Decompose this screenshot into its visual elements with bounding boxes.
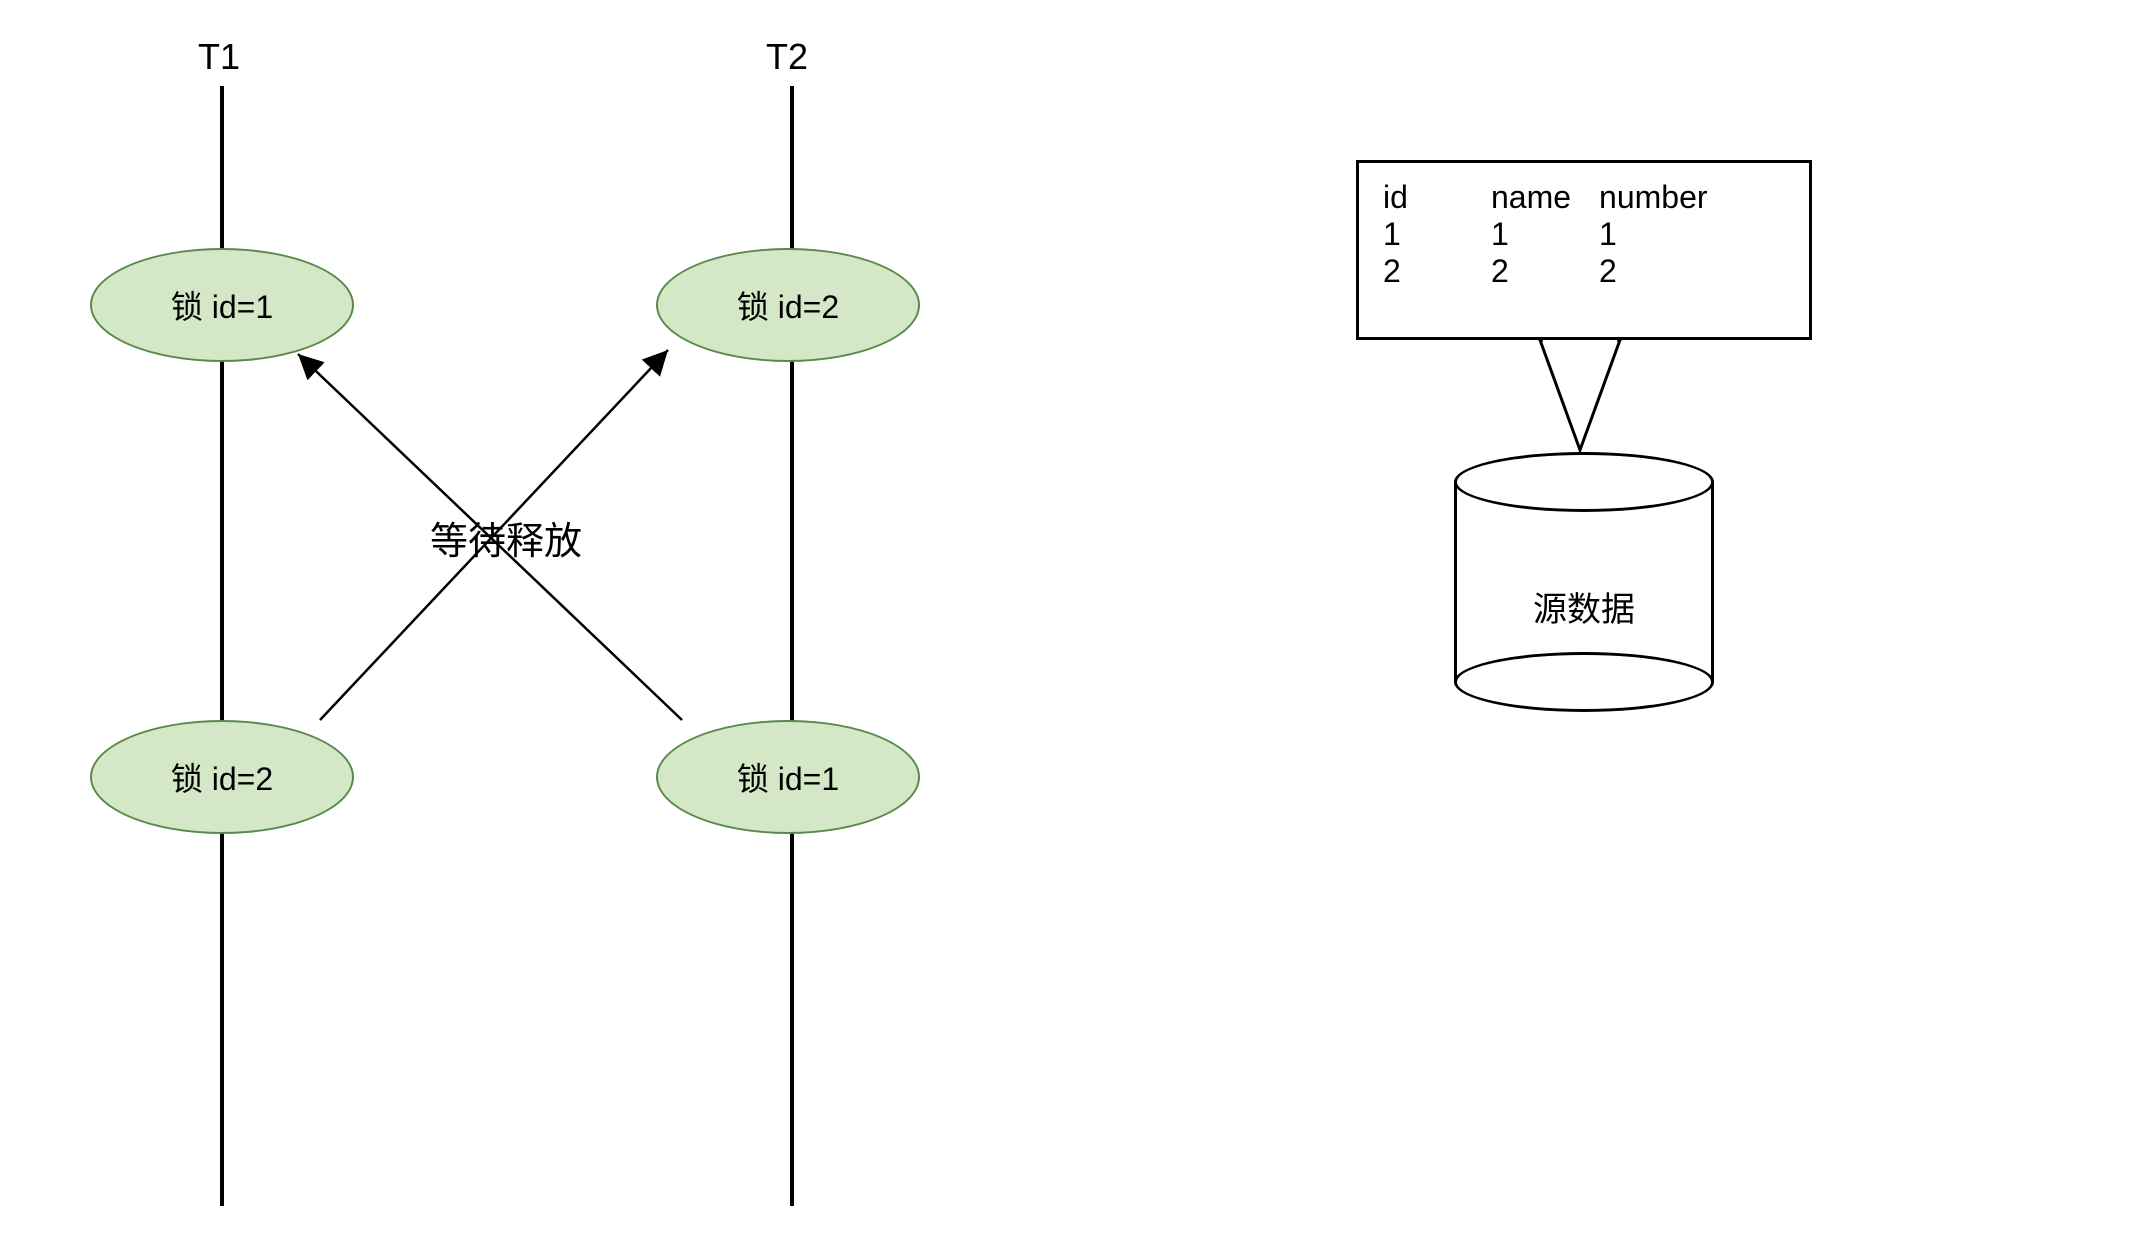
thread-t2-label: T2 xyxy=(766,36,808,78)
lock-label: 锁 id=2 xyxy=(737,282,839,328)
table-cell: 2 xyxy=(1383,253,1463,290)
lock-ellipse-t2-top: 锁 id=2 xyxy=(656,248,920,362)
table-row: 1 1 1 xyxy=(1383,216,1785,253)
table-cell: 2 xyxy=(1491,253,1571,290)
arrow-layer xyxy=(0,0,2152,1252)
table-cell: 1 xyxy=(1491,216,1571,253)
lock-label: 锁 id=1 xyxy=(171,282,273,328)
lock-ellipse-t1-top: 锁 id=1 xyxy=(90,248,354,362)
table-header: number xyxy=(1599,179,1708,216)
lock-ellipse-t1-bottom: 锁 id=2 xyxy=(90,720,354,834)
speech-pointer xyxy=(1540,340,1620,450)
table-header: name xyxy=(1491,179,1571,216)
table-header: id xyxy=(1383,179,1463,216)
thread-t1-label: T1 xyxy=(198,36,240,78)
table-cell: 1 xyxy=(1599,216,1679,253)
table-cell: 1 xyxy=(1383,216,1463,253)
waiting-release-label: 等待释放 xyxy=(430,510,582,565)
lock-ellipse-t2-bottom: 锁 id=1 xyxy=(656,720,920,834)
diagram-canvas: T1 T2 锁 id=1 锁 id=2 锁 id=2 锁 id=1 等待释放 xyxy=(0,0,2152,1252)
data-table-box: id name number 1 1 1 2 2 2 xyxy=(1356,160,1812,340)
lock-label: 锁 id=2 xyxy=(171,754,273,800)
table-row: 2 2 2 xyxy=(1383,253,1785,290)
table-cell: 2 xyxy=(1599,253,1679,290)
lock-label: 锁 id=1 xyxy=(737,754,839,800)
table-header-row: id name number xyxy=(1383,179,1785,216)
database-cylinder-icon: 源数据 xyxy=(1454,452,1714,712)
cylinder-label: 源数据 xyxy=(1454,582,1714,631)
